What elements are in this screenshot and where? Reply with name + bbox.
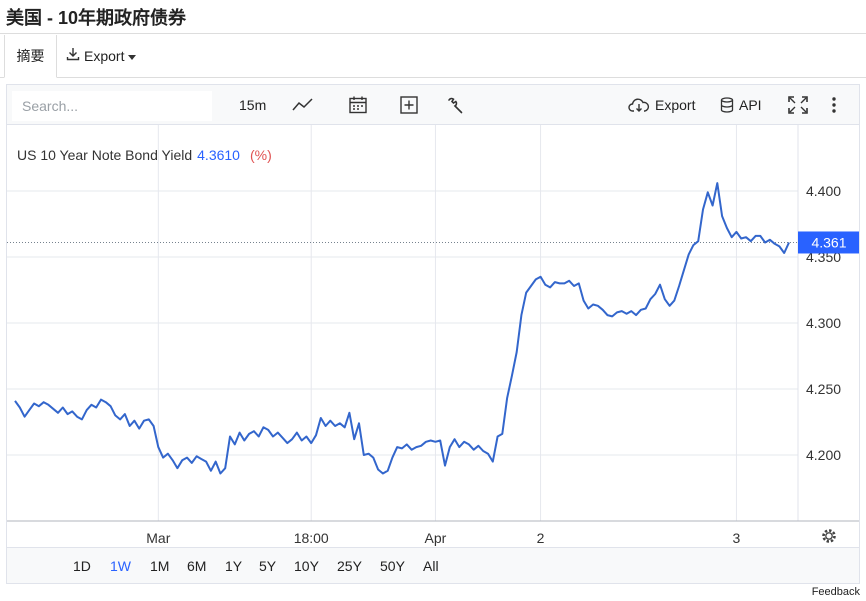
feedback-link[interactable]: Feedback bbox=[812, 586, 860, 598]
fullscreen-button[interactable] bbox=[788, 85, 808, 125]
chart-widget: 15m Export API 4.2004 bbox=[6, 84, 860, 584]
y-tick-label: 4.300 bbox=[806, 315, 841, 331]
date-range-button[interactable] bbox=[348, 85, 368, 125]
chart-legend: US 10 Year Note Bond Yield 4.3610 (%) bbox=[17, 147, 272, 163]
period-button-10y[interactable]: 10Y bbox=[294, 548, 319, 584]
caret-down-icon bbox=[128, 35, 137, 77]
x-tick-label: Mar bbox=[146, 530, 170, 546]
fullscreen-icon bbox=[788, 96, 808, 114]
period-button-1m[interactable]: 1M bbox=[150, 548, 169, 584]
cloud-download-icon bbox=[628, 98, 650, 112]
chart-area[interactable]: 4.2004.2504.3004.3504.400 Mar 18:00 Apr 2 3 … bbox=[7, 125, 859, 547]
period-button-1y[interactable]: 1Y bbox=[225, 548, 242, 584]
period-button-1d[interactable]: 1D bbox=[73, 548, 91, 584]
x-tick-label: Apr bbox=[425, 530, 447, 546]
database-icon bbox=[720, 97, 734, 113]
y-tick-label: 4.200 bbox=[806, 447, 841, 463]
series-line bbox=[14, 182, 790, 475]
search-input[interactable] bbox=[12, 91, 212, 121]
page-title: 美国 - 10年期政府债券 bbox=[6, 8, 187, 28]
wrench-icon bbox=[448, 97, 463, 114]
chart-type-button[interactable] bbox=[292, 85, 314, 125]
legend-unit: (%) bbox=[250, 147, 272, 163]
y-tick-label: 4.250 bbox=[806, 381, 841, 397]
period-button-5y[interactable]: 5Y bbox=[259, 548, 276, 584]
more-options-button[interactable] bbox=[831, 85, 837, 125]
line-chart-icon bbox=[292, 98, 313, 111]
period-button-all[interactable]: All bbox=[423, 548, 439, 584]
calendar-icon bbox=[349, 96, 367, 114]
tab-summary[interactable]: 摘要 bbox=[4, 35, 57, 78]
price-label: 4.361 bbox=[811, 234, 846, 250]
chart-export-label: Export bbox=[655, 97, 696, 113]
x-tick-label: 3 bbox=[733, 530, 741, 546]
export-dropdown[interactable]: Export bbox=[66, 35, 137, 77]
period-button-1w[interactable]: 1W bbox=[110, 548, 131, 584]
period-button-50y[interactable]: 50Y bbox=[380, 548, 405, 584]
chart-export-button[interactable]: Export bbox=[628, 85, 695, 125]
legend-name: US 10 Year Note Bond Yield bbox=[17, 147, 192, 163]
plus-square-icon bbox=[400, 96, 418, 114]
api-label: API bbox=[739, 97, 762, 113]
compare-button[interactable] bbox=[400, 85, 418, 125]
y-tick-label: 4.400 bbox=[806, 183, 841, 199]
export-dropdown-label: Export bbox=[84, 48, 125, 64]
x-tick-label: 18:00 bbox=[294, 530, 329, 546]
api-button[interactable]: API bbox=[720, 85, 762, 125]
period-selector: 1D 1W 1M 6M 1Y 5Y 10Y 25Y 50Y All bbox=[7, 547, 859, 583]
period-button-25y[interactable]: 25Y bbox=[337, 548, 362, 584]
chart-toolbar: 15m Export API bbox=[7, 85, 859, 125]
more-vertical-icon bbox=[832, 97, 836, 113]
download-icon bbox=[66, 35, 80, 77]
legend-value: 4.3610 bbox=[197, 147, 240, 163]
indicators-button[interactable] bbox=[446, 85, 464, 125]
interval-button[interactable]: 15m bbox=[239, 85, 266, 125]
period-button-6m[interactable]: 6M bbox=[187, 548, 206, 584]
x-tick-label: 2 bbox=[537, 530, 545, 546]
